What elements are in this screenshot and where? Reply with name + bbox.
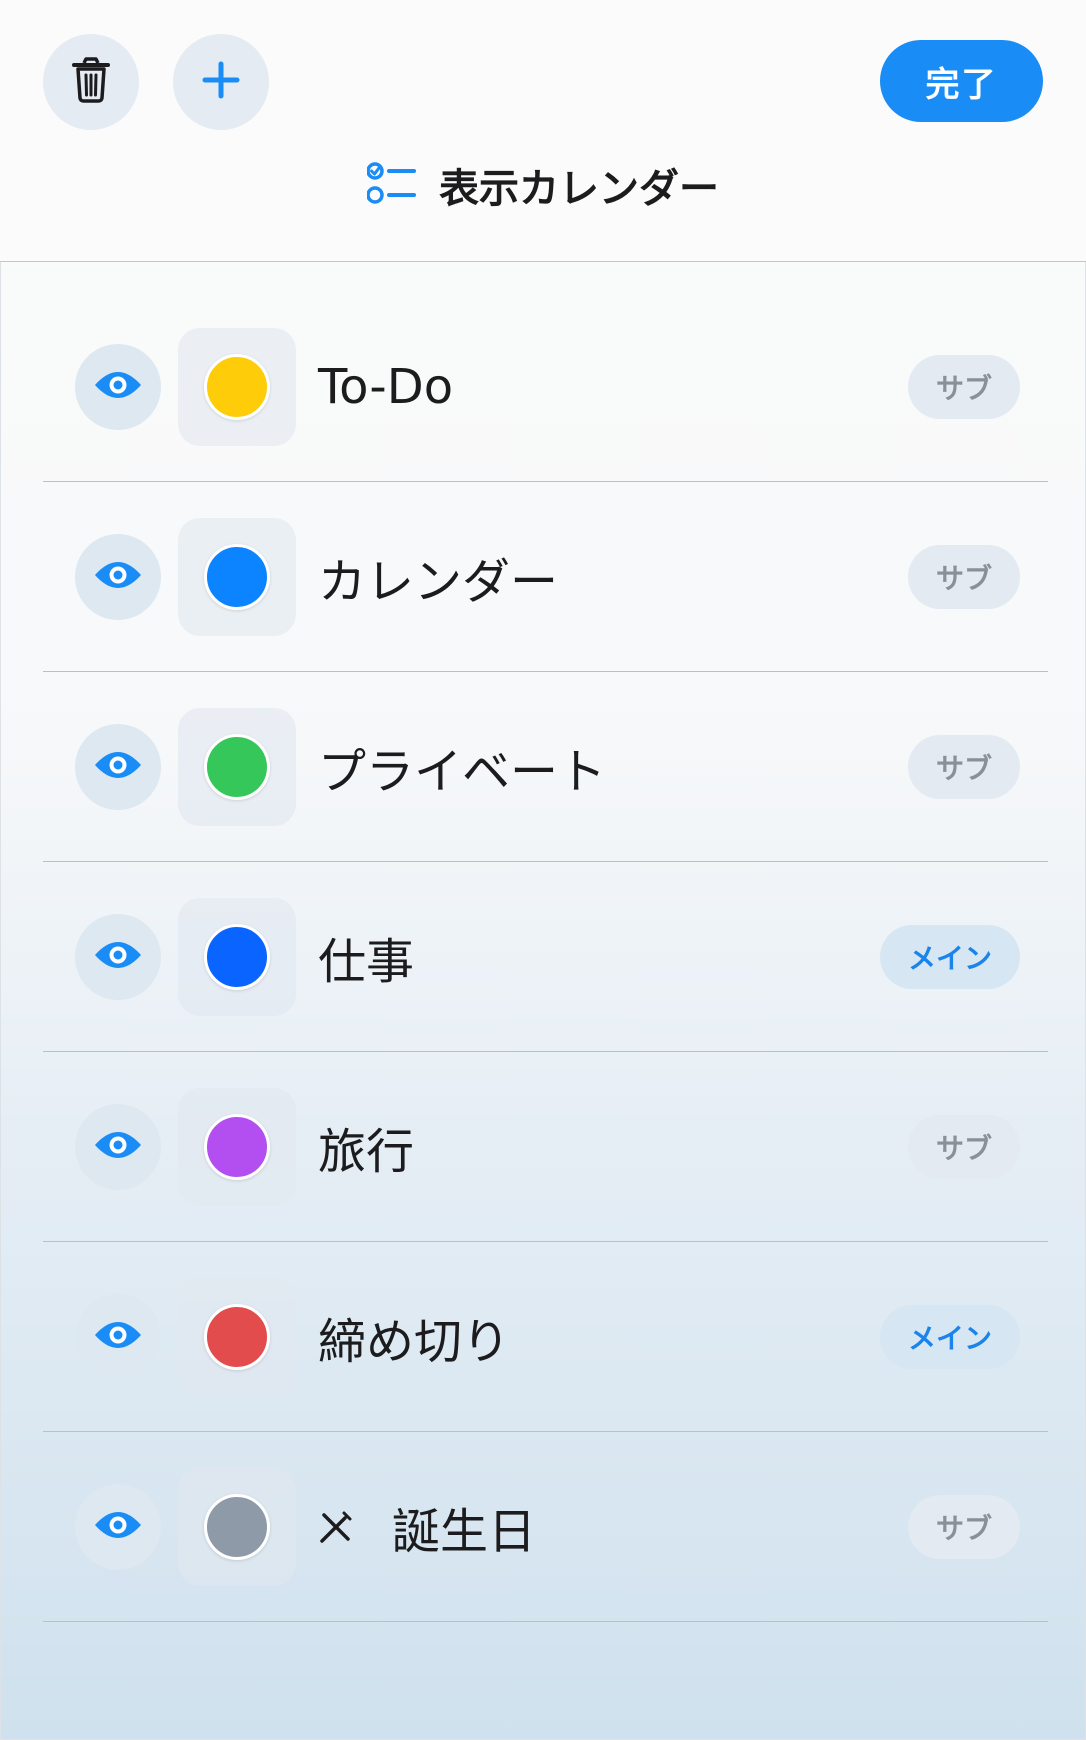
- add-calendar-button[interactable]: [173, 34, 269, 130]
- done-button[interactable]: 完了: [880, 40, 1043, 122]
- sub-calendar-badge[interactable]: サブ: [907, 1115, 1020, 1179]
- eye-icon: [93, 559, 143, 595]
- color-picker-button[interactable]: [178, 708, 296, 826]
- calendar-name: 締め切り: [318, 1314, 511, 1370]
- calendar-row[interactable]: 締め切り メイン: [43, 1242, 1048, 1432]
- calendar-row[interactable]: プライベート サブ: [43, 672, 1048, 862]
- color-picker-button[interactable]: [178, 518, 296, 636]
- visibility-toggle-button[interactable]: [75, 1294, 161, 1380]
- calendar-row[interactable]: 旅行 サブ: [43, 1052, 1048, 1242]
- calendar-name-container: 旅行: [318, 1052, 414, 1242]
- sub-calendar-badge[interactable]: サブ: [907, 355, 1020, 419]
- visibility-toggle-button[interactable]: [75, 1484, 161, 1570]
- calendar-name: 誕生日: [392, 1504, 537, 1560]
- color-picker-button[interactable]: [178, 898, 296, 1016]
- sub-calendar-badge[interactable]: サブ: [907, 1495, 1020, 1559]
- color-swatch: [204, 1494, 270, 1560]
- sub-calendar-badge[interactable]: サブ: [907, 735, 1020, 799]
- calendar-name: プライベート: [318, 744, 607, 800]
- color-swatch: [204, 924, 270, 990]
- calendar-name-container: To-Do: [318, 292, 453, 482]
- calendar-name-container: 仕事: [318, 862, 414, 1052]
- calendar-name-container: 締め切り: [318, 1242, 510, 1432]
- trash-icon: [71, 57, 111, 107]
- color-swatch: [204, 354, 270, 420]
- plus-icon: [202, 61, 240, 103]
- eye-icon: [93, 1129, 143, 1165]
- calendar-name: 仕事: [318, 934, 415, 990]
- checklist-icon: [366, 161, 417, 209]
- color-picker-button[interactable]: [178, 1278, 296, 1396]
- visibility-toggle-button[interactable]: [75, 724, 161, 810]
- color-swatch: [204, 734, 270, 800]
- visibility-toggle-button[interactable]: [75, 534, 161, 620]
- calendar-row[interactable]: 誕生日 サブ: [43, 1432, 1048, 1622]
- color-swatch: [204, 1114, 270, 1180]
- sub-calendar-badge[interactable]: サブ: [907, 545, 1020, 609]
- calendar-row[interactable]: 仕事 メイン: [43, 862, 1048, 1052]
- color-swatch: [204, 1304, 270, 1370]
- delete-button[interactable]: [43, 34, 139, 130]
- eye-icon: [93, 939, 143, 975]
- color-picker-button[interactable]: [178, 1468, 296, 1586]
- calendar-name: 旅行: [318, 1124, 415, 1180]
- eye-icon: [93, 749, 143, 785]
- main-calendar-badge[interactable]: メイン: [879, 1305, 1020, 1369]
- calendar-row[interactable]: To-Do サブ: [43, 292, 1048, 482]
- calendar-name-container: カレンダー: [318, 482, 558, 672]
- calendar-name: To-Do: [318, 359, 454, 415]
- eye-icon: [93, 1319, 143, 1355]
- eye-icon: [93, 369, 143, 405]
- calendar-name-container: 誕生日: [318, 1432, 536, 1622]
- calendar-row[interactable]: カレンダー サブ: [43, 482, 1048, 672]
- eye-icon: [93, 1509, 143, 1545]
- main-calendar-badge[interactable]: メイン: [879, 925, 1020, 989]
- visibility-toggle-button[interactable]: [75, 1104, 161, 1190]
- calendar-name: カレンダー: [318, 554, 559, 610]
- color-picker-button[interactable]: [178, 1088, 296, 1206]
- visibility-toggle-button[interactable]: [75, 914, 161, 1000]
- header: 完了 表示カレンダー: [0, 0, 1086, 262]
- calendar-name-container: プライベート: [318, 672, 606, 862]
- page-title: 表示カレンダー: [439, 166, 719, 212]
- party-popper-icon: [318, 1509, 354, 1545]
- title-bar: 表示カレンダー: [0, 150, 1086, 220]
- color-picker-button[interactable]: [178, 328, 296, 446]
- color-swatch: [204, 544, 270, 610]
- visibility-toggle-button[interactable]: [75, 344, 161, 430]
